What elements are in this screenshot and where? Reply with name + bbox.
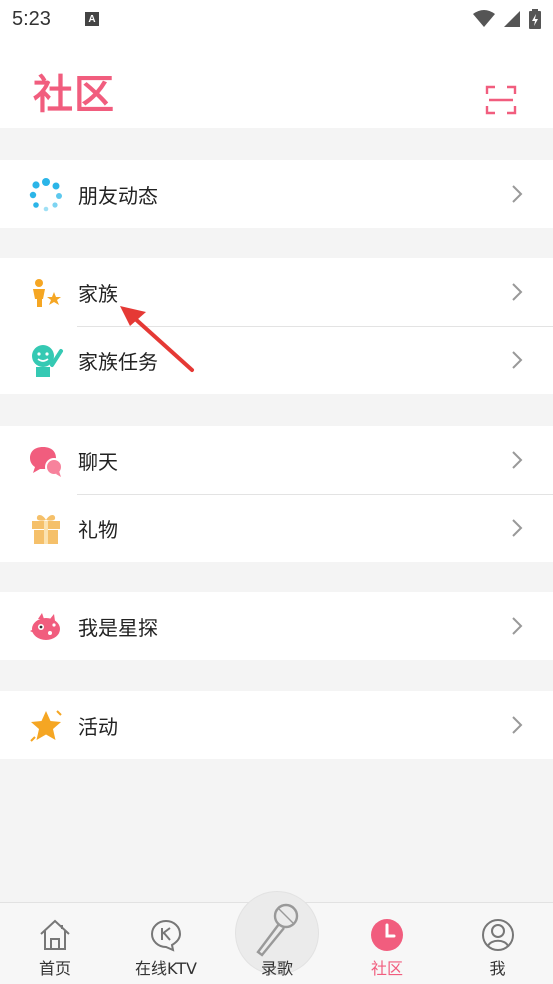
menu-item-chat[interactable]: 聊天: [0, 426, 553, 494]
menu-item-friends-feed[interactable]: 朋友动态: [0, 160, 553, 228]
page-title: 社区: [33, 72, 115, 118]
menu-group-social: 聊天 礼物: [0, 426, 553, 562]
chevron-right-icon: [512, 617, 523, 635]
ktv-icon: [150, 919, 182, 952]
menu-item-talent-scout[interactable]: 我是星探: [0, 592, 553, 660]
menu-item-gift[interactable]: 礼物: [0, 494, 553, 562]
header: 社区: [0, 38, 553, 128]
battery-icon: [529, 9, 541, 29]
nav-label: 社区: [370, 959, 403, 978]
menu-item-family-task[interactable]: 家族任务: [0, 326, 553, 394]
chat-icon: [28, 443, 64, 479]
menu-item-family[interactable]: 家族: [0, 258, 553, 326]
nav-home[interactable]: 首页: [0, 903, 110, 984]
chevron-right-icon: [512, 716, 523, 734]
family-icon: [28, 275, 64, 311]
menu-group-scout: 我是星探: [0, 592, 553, 660]
star-icon: [28, 708, 64, 744]
nav-community[interactable]: 社区: [332, 903, 442, 984]
menu-group-friends: 朋友动态: [0, 160, 553, 228]
scan-button[interactable]: [485, 85, 517, 115]
family-task-icon: [28, 343, 64, 379]
menu-item-activity[interactable]: 活动: [0, 691, 553, 759]
wifi-icon: [473, 10, 495, 27]
microphone-icon: [256, 903, 299, 957]
chevron-right-icon: [512, 351, 523, 369]
menu-item-label: 礼物: [78, 517, 118, 542]
community-clock-icon: [371, 919, 403, 951]
chevron-right-icon: [512, 519, 523, 537]
profile-icon: [481, 919, 514, 951]
signal-icon: [504, 11, 520, 27]
scan-icon: [485, 85, 517, 115]
record-button[interactable]: 录歌: [236, 892, 318, 978]
gift-icon: [28, 511, 64, 547]
menu-item-label: 朋友动态: [78, 183, 158, 208]
nav-online-ktv[interactable]: 在线KTV: [110, 903, 222, 984]
nav-profile[interactable]: 我: [442, 903, 553, 984]
nav-label: 在线KTV: [135, 959, 197, 978]
talent-scout-icon: [28, 609, 64, 645]
status-time: 5:23: [12, 7, 51, 30]
chevron-right-icon: [512, 185, 523, 203]
chevron-right-icon: [512, 283, 523, 301]
notification-icon: A: [84, 12, 99, 26]
menu-group-activity: 活动: [0, 691, 553, 759]
menu-item-label: 聊天: [78, 449, 118, 474]
menu-item-label: 活动: [78, 714, 118, 739]
status-bar: 5:23 A: [0, 0, 553, 38]
friends-feed-icon: [28, 177, 64, 213]
home-icon: [40, 919, 70, 950]
annotation-arrow: [120, 306, 194, 372]
chevron-right-icon: [512, 451, 523, 469]
nav-label: 我: [489, 959, 506, 978]
menu-group-family: 家族 家族任务: [0, 258, 553, 394]
bottom-navigation: 首页 在线KTV 录歌 社区 我: [0, 892, 553, 984]
nav-label: 首页: [38, 959, 71, 978]
nav-label: 录歌: [260, 959, 293, 978]
menu-item-label: 我是星探: [78, 615, 158, 640]
